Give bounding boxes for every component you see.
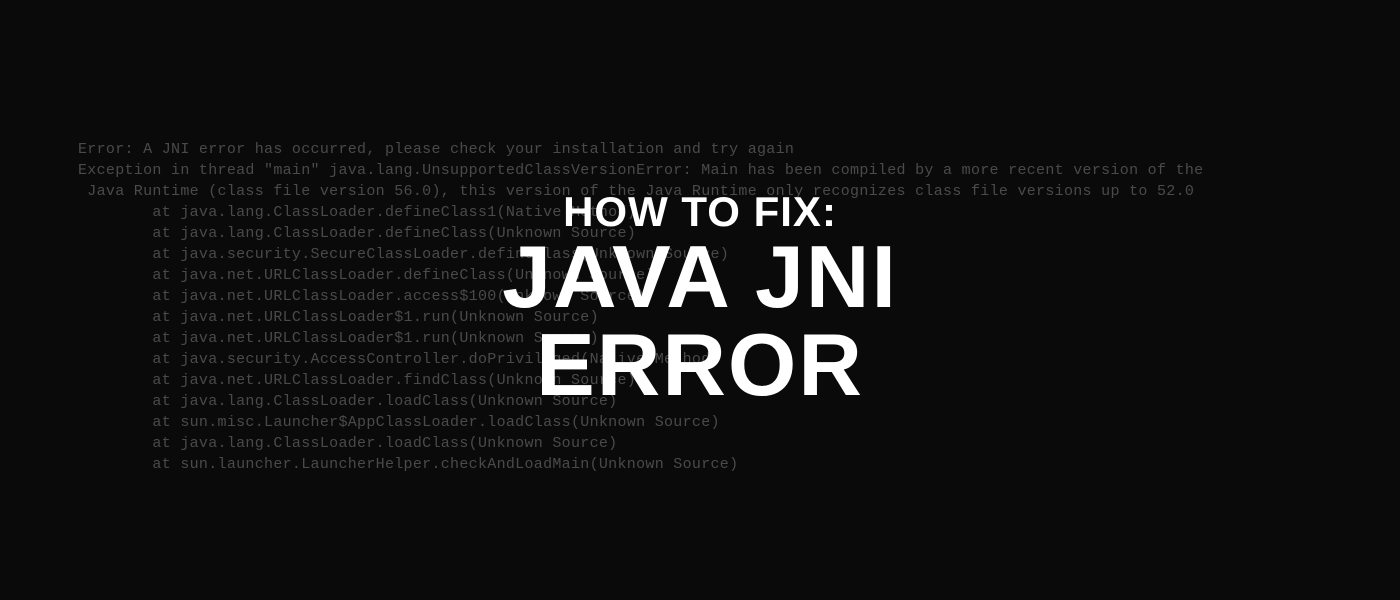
stack-trace-line: at java.lang.ClassLoader.loadClass(Unkno… bbox=[78, 435, 617, 452]
stack-trace-line: at sun.launcher.LauncherHelper.checkAndL… bbox=[78, 456, 738, 473]
error-line: Error: A JNI error has occurred, please … bbox=[78, 141, 794, 158]
title-main: JAVA JNI ERROR bbox=[350, 233, 1050, 409]
title-overlay: HOW TO FIX: JAVA JNI ERROR bbox=[350, 191, 1050, 409]
exception-line: Exception in thread "main" java.lang.Uns… bbox=[78, 162, 1203, 179]
stack-trace-line: at sun.misc.Launcher$AppClassLoader.load… bbox=[78, 414, 720, 431]
